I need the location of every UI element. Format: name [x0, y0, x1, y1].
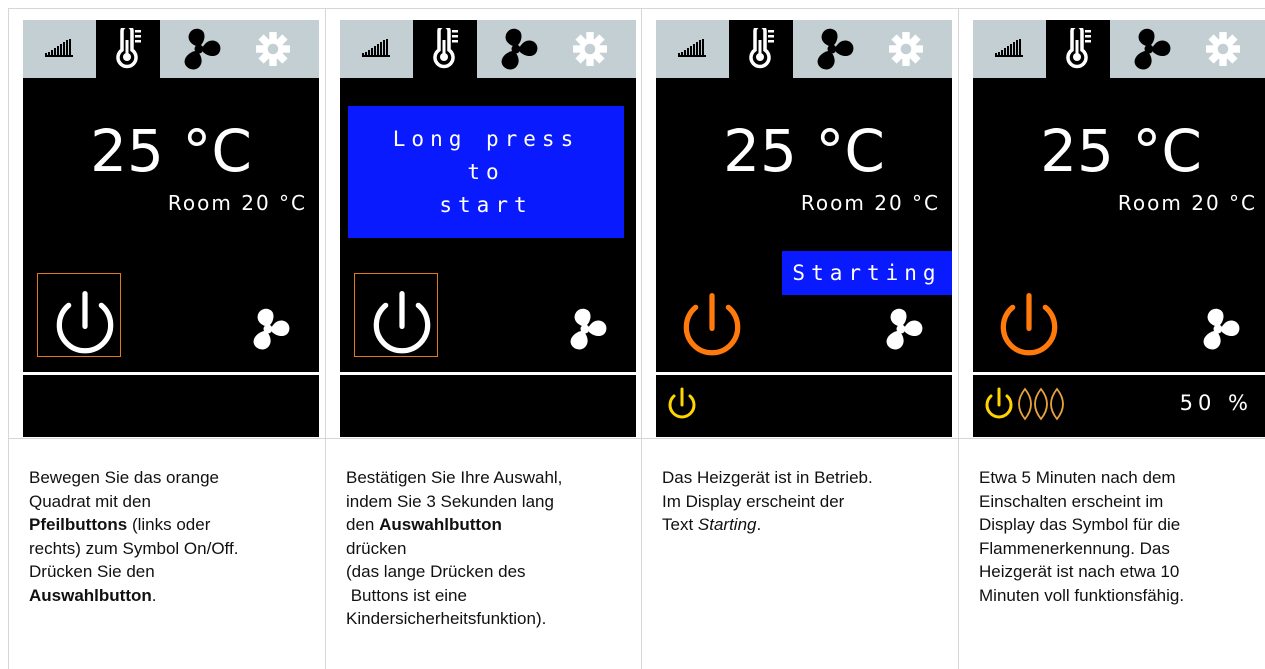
fan-icon — [570, 308, 607, 350]
step-caption: Das Heizgerät ist in Betrieb. Im Display… — [662, 468, 873, 534]
tab-fan[interactable] — [800, 20, 864, 78]
status-bar — [23, 375, 319, 437]
fan-icon — [253, 308, 290, 350]
tab-power-level[interactable] — [352, 20, 402, 78]
step-panel-2: Long press to start Bestätigen Sie Ihre … — [326, 8, 642, 669]
fan-icon — [1134, 28, 1171, 70]
heater-display: 25 °C Room 20 °C 50 % — [973, 20, 1265, 437]
set-temperature: 25 °C — [1040, 117, 1202, 185]
set-temperature: 25 °C — [723, 117, 885, 185]
step-caption: Etwa 5 Minuten nach dem Einschalten ersc… — [979, 468, 1185, 605]
tab-fan[interactable] — [484, 20, 548, 78]
tab-power-level[interactable] — [668, 20, 718, 78]
tab-temperature[interactable] — [1046, 20, 1110, 78]
room-temperature: Room 20 °C — [800, 191, 940, 215]
tab-power-level[interactable] — [985, 20, 1035, 78]
display-tabbar — [23, 20, 319, 78]
fan-icon — [184, 28, 221, 70]
step-panel-1: 25 °C Room 20 °C Bewegen Sie das orange … — [9, 8, 325, 669]
power-icon[interactable] — [360, 282, 444, 366]
power-icon[interactable] — [987, 284, 1071, 368]
heater-display: 25 °C Room 20 °C — [23, 20, 319, 437]
fan-icon — [1203, 308, 1240, 350]
status-bar — [340, 375, 636, 437]
thermometer-icon — [433, 28, 460, 69]
step-caption: Bestätigen Sie Ihre Auswahl, indem Sie 3… — [346, 468, 563, 628]
long-press-message: Long press to start — [348, 106, 624, 238]
room-temperature: Room 20 °C — [167, 191, 307, 215]
step-caption: Bewegen Sie das orange Quadrat mit den P… — [29, 468, 239, 605]
power-icon[interactable] — [43, 282, 127, 366]
fan-icon — [817, 28, 854, 70]
room-temperature: Room 20 °C — [1117, 191, 1257, 215]
fan-icon — [501, 28, 538, 70]
tab-power-level[interactable] — [35, 20, 85, 78]
heater-display: Long press to start — [340, 20, 636, 437]
starting-status: Starting — [782, 251, 952, 295]
signal-bars-icon — [45, 39, 73, 57]
power-icon — [668, 387, 696, 419]
status-bar: 50 % — [973, 375, 1265, 437]
set-temperature: 25 °C — [90, 117, 252, 185]
tab-fan[interactable] — [167, 20, 231, 78]
power-icon[interactable] — [670, 284, 754, 368]
signal-bars-icon — [362, 39, 390, 57]
tab-temperature[interactable] — [729, 20, 793, 78]
power-percentage: 50 % — [1179, 391, 1253, 415]
gear-icon — [889, 32, 923, 66]
tab-settings[interactable] — [558, 20, 622, 78]
tab-settings[interactable] — [874, 20, 938, 78]
step-panel-3: 25 °C Room 20 °C Starting Das Heizgerät … — [642, 8, 958, 669]
tab-temperature[interactable] — [96, 20, 160, 78]
display-tabbar — [340, 20, 636, 78]
flame-icon — [1018, 387, 1064, 421]
gear-icon — [573, 32, 607, 66]
tab-settings[interactable] — [1191, 20, 1255, 78]
gear-icon — [256, 32, 290, 66]
tab-fan[interactable] — [1117, 20, 1181, 78]
signal-bars-icon — [678, 39, 706, 57]
thermometer-icon — [116, 28, 143, 69]
power-icon — [985, 387, 1013, 419]
tab-settings[interactable] — [241, 20, 305, 78]
heater-display: 25 °C Room 20 °C Starting — [656, 20, 952, 437]
display-tabbar — [973, 20, 1265, 78]
tab-temperature[interactable] — [413, 20, 477, 78]
display-tabbar — [656, 20, 952, 78]
status-bar — [656, 375, 952, 437]
step-panel-4: 25 °C Room 20 °C 50 % Etwa 5 Minuten nac… — [959, 8, 1265, 669]
thermometer-icon — [749, 28, 776, 69]
thermometer-icon — [1066, 28, 1093, 69]
gear-icon — [1206, 32, 1240, 66]
signal-bars-icon — [995, 39, 1023, 57]
fan-icon — [886, 308, 923, 350]
